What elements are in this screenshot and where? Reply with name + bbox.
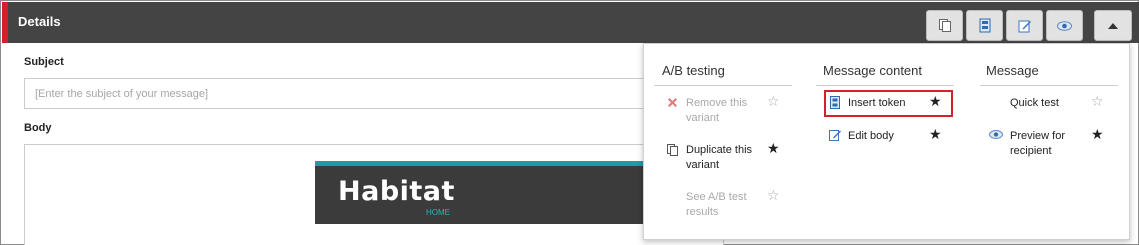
divider — [980, 85, 1118, 86]
edit-body-item[interactable]: Edit body — [848, 129, 894, 144]
star-filled-icon[interactable]: ★ — [929, 128, 942, 142]
actions-dropdown: A/B testing Remove this variant ☆ Duplic… — [643, 43, 1130, 240]
ab-testing-heading: A/B testing — [662, 63, 725, 78]
copy-icon — [938, 19, 951, 32]
copy-icon — [667, 144, 678, 156]
eye-icon — [989, 130, 1003, 139]
divider — [816, 85, 954, 86]
close-icon — [668, 98, 677, 107]
edit-icon — [1018, 20, 1031, 32]
details-panel: Details Subject [Enter the subject of yo… — [0, 0, 1139, 245]
star-filled-icon[interactable]: ★ — [929, 95, 942, 109]
message-content-heading: Message content — [823, 63, 923, 78]
body-label: Body — [24, 122, 52, 134]
insert-token-button[interactable] — [966, 10, 1003, 41]
duplicate-variant-item[interactable]: Duplicate this variant — [686, 143, 766, 173]
divider — [654, 85, 792, 86]
preview-button[interactable] — [1046, 10, 1083, 41]
message-heading: Message — [986, 63, 1039, 78]
brand-logo: Habitat — [338, 176, 455, 207]
email-banner: Habitat HOME — [315, 161, 655, 224]
star-empty-icon[interactable]: ☆ — [1091, 95, 1104, 109]
ab-results-item[interactable]: See A/B test results — [686, 190, 766, 220]
subject-label: Subject — [24, 56, 64, 68]
star-empty-icon[interactable]: ☆ — [767, 95, 780, 109]
details-header: Details — [2, 2, 1139, 43]
insert-token-icon — [830, 96, 840, 109]
panel-title: Details — [18, 14, 61, 29]
edit-body-button[interactable] — [1006, 10, 1043, 41]
insert-token-item[interactable]: Insert token — [848, 96, 905, 111]
star-filled-icon[interactable]: ★ — [767, 142, 780, 156]
insert-token-icon — [979, 18, 990, 33]
star-empty-icon[interactable]: ☆ — [767, 189, 780, 203]
caret-up-icon — [1108, 23, 1118, 29]
brand-subtitle: HOME — [426, 208, 450, 217]
collapse-menu-button[interactable] — [1094, 10, 1132, 41]
quick-test-item[interactable]: Quick test — [1010, 96, 1059, 111]
duplicate-button[interactable] — [926, 10, 963, 41]
remove-variant-item[interactable]: Remove this variant — [686, 96, 766, 126]
eye-icon — [1057, 20, 1072, 31]
star-filled-icon[interactable]: ★ — [1091, 128, 1104, 142]
preview-recipient-item[interactable]: Preview for recipient — [1010, 129, 1088, 159]
edit-icon — [829, 130, 841, 141]
header-accent — [2, 2, 8, 43]
subject-input[interactable]: [Enter the subject of your message] — [24, 78, 724, 109]
